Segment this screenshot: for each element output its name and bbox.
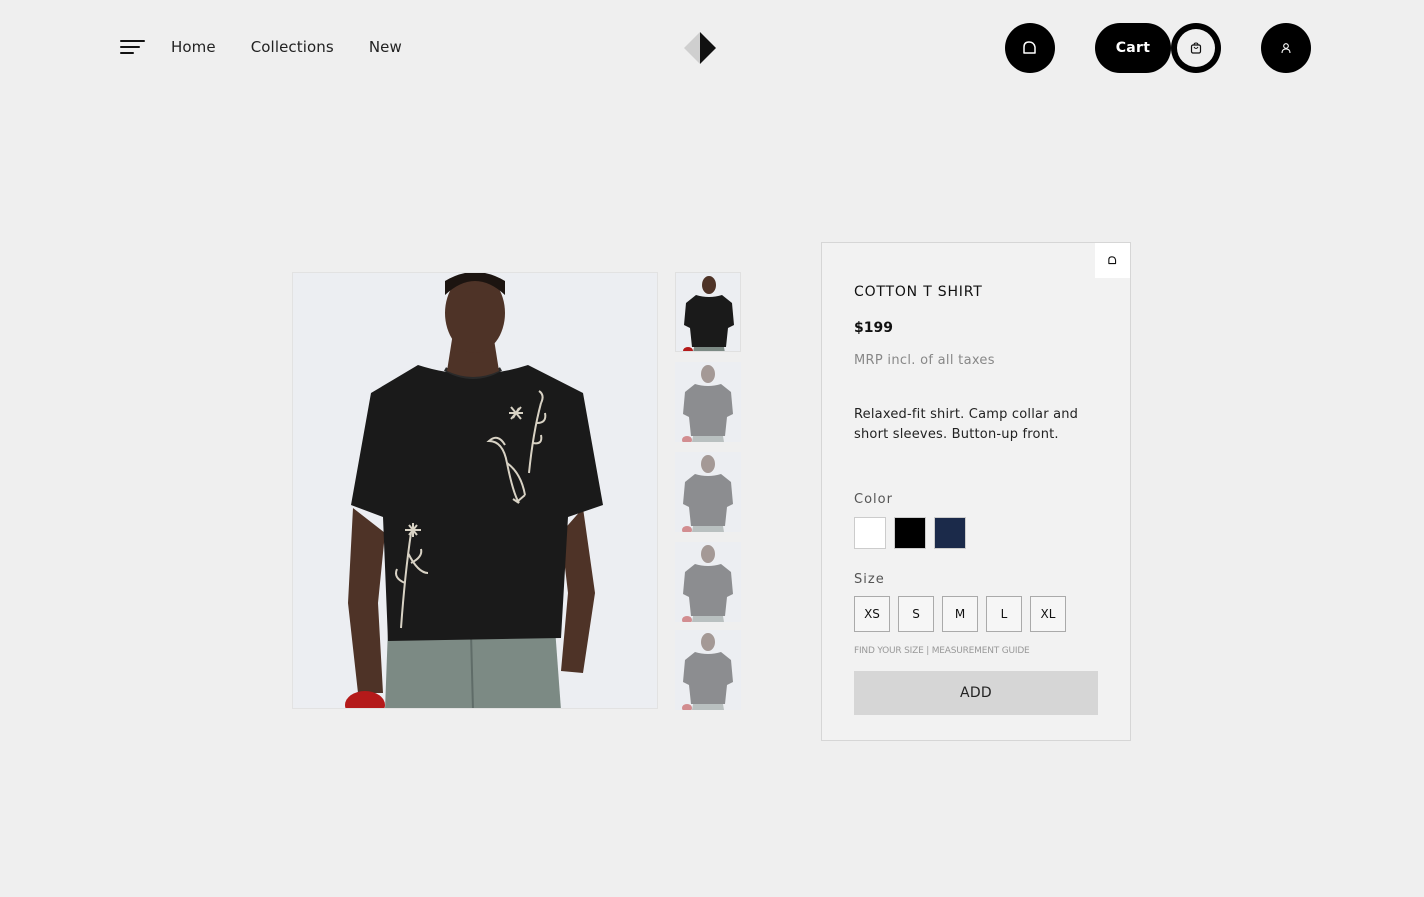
color-label: Color bbox=[854, 492, 893, 507]
user-icon bbox=[1281, 43, 1291, 54]
product-thumbnail[interactable] bbox=[675, 362, 741, 442]
size-label: Size bbox=[854, 572, 885, 587]
product-price: $199 bbox=[854, 320, 893, 336]
product-thumbnail[interactable] bbox=[675, 452, 741, 532]
product-thumbnail[interactable] bbox=[675, 272, 741, 352]
color-swatch-black[interactable] bbox=[894, 517, 926, 549]
product-title: COTTON T SHIRT bbox=[854, 284, 983, 300]
brand-logo[interactable] bbox=[684, 32, 718, 64]
size-option-xl[interactable]: XL bbox=[1030, 596, 1066, 632]
tax-note: MRP incl. of all taxes bbox=[854, 353, 995, 368]
size-option-xs[interactable]: XS bbox=[854, 596, 890, 632]
nav-link-new[interactable]: New bbox=[369, 38, 402, 56]
product-thumbnail[interactable] bbox=[675, 542, 741, 622]
shopping-bag-icon bbox=[1190, 42, 1202, 54]
account-button[interactable] bbox=[1261, 23, 1311, 73]
hamburger-menu-icon[interactable] bbox=[120, 40, 145, 56]
color-swatch-white[interactable] bbox=[854, 517, 886, 549]
size-option-l[interactable]: L bbox=[986, 596, 1022, 632]
nav-link-home[interactable]: Home bbox=[171, 38, 216, 56]
size-option-s[interactable]: S bbox=[898, 596, 934, 632]
color-swatch-navy[interactable] bbox=[934, 517, 966, 549]
size-option-m[interactable]: M bbox=[942, 596, 978, 632]
product-thumbnail[interactable] bbox=[675, 630, 741, 710]
product-description: Relaxed-fit shirt. Camp collar and short… bbox=[854, 407, 1079, 442]
nav-link-collections[interactable]: Collections bbox=[251, 38, 334, 56]
add-to-wishlist-button[interactable] bbox=[1095, 243, 1130, 278]
color-swatches bbox=[854, 517, 966, 549]
add-to-cart-button[interactable]: ADD bbox=[854, 671, 1098, 715]
wishlist-button[interactable] bbox=[1005, 23, 1055, 73]
size-guide-link[interactable]: FIND YOUR SIZE | MEASUREMENT GUIDE bbox=[854, 646, 1030, 656]
heart-icon bbox=[1023, 41, 1036, 54]
product-main-image bbox=[292, 272, 658, 709]
main-nav: Home Collections New bbox=[171, 38, 402, 56]
heart-icon bbox=[1108, 256, 1117, 265]
cart-button[interactable]: Cart bbox=[1095, 23, 1171, 73]
product-info-card: COTTON T SHIRT $199 MRP incl. of all tax… bbox=[821, 242, 1131, 741]
cart-bag-button[interactable] bbox=[1171, 23, 1221, 73]
size-options: XS S M L XL bbox=[854, 596, 1066, 632]
